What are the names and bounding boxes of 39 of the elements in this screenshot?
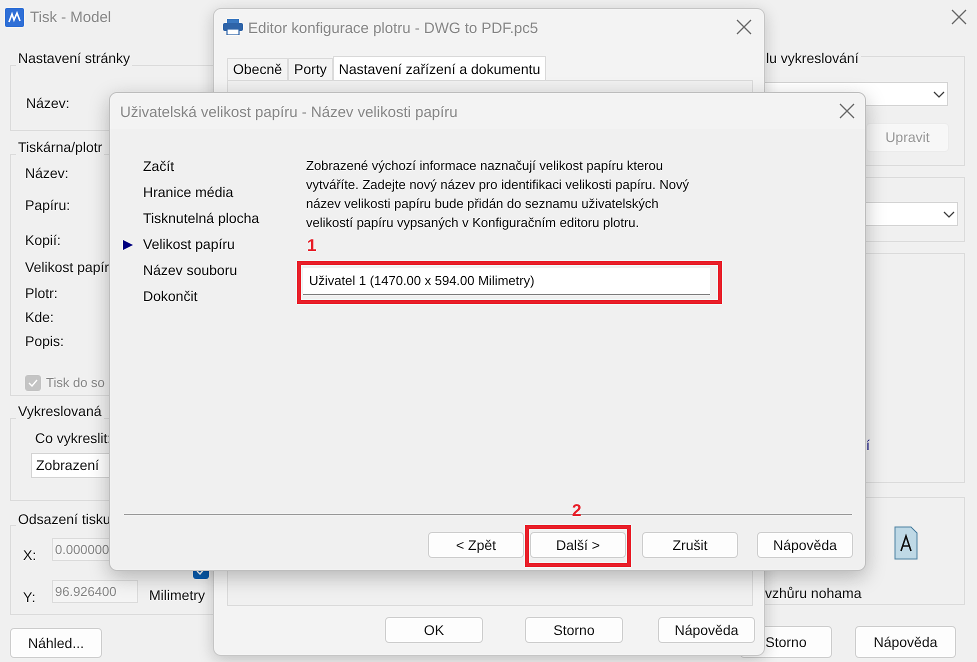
field-label: Co vykreslit:	[35, 429, 112, 448]
window-title: Editor konfigurace plotru - DWG to PDF.pc5	[248, 19, 538, 39]
field-label: Název:	[26, 94, 70, 113]
tab[interactable]: Obecně	[227, 58, 288, 81]
wizard-step: Hranice média	[143, 182, 234, 203]
button[interactable]: Nápověda	[658, 617, 755, 643]
button[interactable]: < Zpět	[428, 532, 524, 558]
annotation-number: 2	[572, 500, 582, 522]
field-label: Kopií:	[25, 231, 61, 250]
field-label: X:	[23, 546, 36, 565]
checkbox-label: Tisk do so	[46, 374, 105, 392]
field-label: Milimetry	[149, 586, 205, 605]
button[interactable]: OK	[385, 617, 483, 643]
button[interactable]: Náhled...	[10, 628, 102, 658]
field-label: Papíru:	[25, 196, 70, 215]
button[interactable]: Nápověda	[757, 532, 853, 558]
wizard-step: Velikost papíru	[143, 234, 235, 255]
tab[interactable]: Nastavení zařízení a dokumentu	[332, 56, 546, 81]
field-label: Název:	[25, 164, 69, 183]
option-label: í	[866, 436, 870, 455]
description-text: Zobrazené výchozí informace naznačují velikost papíru kterou vytváříte. Zadejte nový název pro identifikaci velikosti papíru. Nový název velikosti papíru bude přidán do seznamu uživatelských velikostí papíru vypsaných v Konfiguračním editoru plotru.	[306, 157, 690, 232]
wizard-step: Tisknutelná plocha	[143, 208, 260, 229]
field-label: Velikost papír	[25, 258, 110, 277]
button[interactable]: Nápověda	[855, 626, 956, 658]
paper-name-field[interactable]: Uživatel 1 (1470.00 x 594.00 Milimetry)	[303, 268, 710, 295]
button[interactable]: Zrušit	[642, 532, 738, 558]
field-label: Plotr:	[25, 284, 58, 303]
wizard-step: Začít	[143, 156, 174, 177]
window-title: Uživatelská velikost papíru - Název velikosti papíru	[120, 103, 458, 123]
window-title: Tisk - Model	[30, 8, 112, 28]
wizard-step: Dokončit	[143, 286, 198, 307]
button[interactable]: Další >	[530, 532, 626, 558]
button[interactable]: Storno	[525, 617, 623, 643]
tab[interactable]: Porty	[288, 58, 333, 81]
wizard-step: Název souboru	[143, 260, 238, 281]
field-label: Kde:	[25, 308, 54, 327]
annotation-number: 1	[307, 235, 316, 257]
field-label: Popis:	[25, 332, 64, 351]
field-label: Y:	[23, 588, 36, 607]
